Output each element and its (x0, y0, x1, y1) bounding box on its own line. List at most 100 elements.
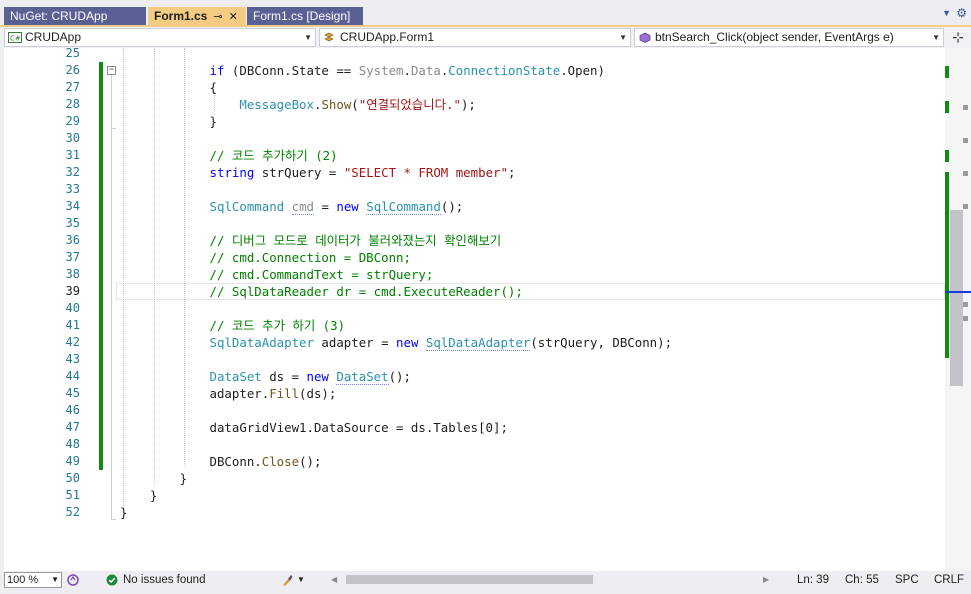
method-icon (639, 32, 651, 43)
scroll-annotation (963, 138, 968, 143)
line-number: 28 (65, 97, 80, 111)
line-number: 25 (65, 48, 80, 60)
code-line[interactable]: } (120, 470, 187, 487)
class-name: CRUDApp.Form1 (340, 30, 435, 44)
change-marker (945, 101, 949, 113)
scroll-annotation (963, 171, 968, 176)
line-number: 43 (65, 352, 80, 366)
change-marker (945, 172, 949, 358)
gear-icon[interactable]: ⚙ (956, 6, 967, 20)
scroll-thumb[interactable] (346, 575, 593, 584)
line-number: 41 (65, 318, 80, 332)
scroll-thumb[interactable] (950, 210, 963, 386)
code-line[interactable]: SqlDataAdapter adapter = new SqlDataAdap… (120, 334, 672, 351)
code-line[interactable]: // cmd.Connection = DBConn; (120, 249, 411, 266)
code-line[interactable]: DBConn.Close(); (120, 453, 322, 470)
code-line[interactable]: SqlCommand cmd = new SqlCommand(); (120, 198, 463, 215)
horizontal-scrollbar[interactable] (340, 574, 755, 585)
project-name: CRUDApp (25, 30, 82, 44)
code-line[interactable]: // cmd.CommandText = strQuery; (120, 266, 434, 283)
project-dropdown[interactable]: C# CRUDApp ▼ (4, 28, 316, 47)
member-name: btnSearch_Click(object sender, EventArgs… (655, 30, 894, 44)
line-number: 31 (65, 148, 80, 162)
document-tab-strip: NuGet: CRUDApp Form1.cs ⊸ ✕ Form1.cs [Desi… (0, 0, 971, 27)
code-line[interactable]: if (DBConn.State == System.Data.Connecti… (120, 62, 605, 79)
code-line[interactable]: } (120, 504, 127, 521)
split-window-icon[interactable]: ⊹ (949, 29, 967, 47)
code-line[interactable]: // SqlDataReader dr = cmd.ExecuteReader(… (120, 283, 523, 300)
chevron-down-icon: ▼ (932, 33, 940, 42)
close-icon[interactable]: ✕ (229, 8, 238, 26)
line-number: 33 (65, 182, 80, 196)
intellicode-icon[interactable] (66, 573, 80, 587)
scroll-annotation (963, 316, 968, 321)
code-editor[interactable]: − 25 26 if (DBConn.State == System.Data.C… (4, 48, 945, 571)
scroll-right-icon[interactable]: ▶ (763, 571, 769, 589)
class-dropdown[interactable]: CRUDApp.Form1 ▼ (319, 28, 631, 47)
change-marker (945, 66, 949, 78)
vertical-scrollbar[interactable] (945, 48, 971, 571)
code-line[interactable]: dataGridView1.DataSource = ds.Tables[0]; (120, 419, 508, 436)
line-number: 52 (65, 505, 80, 519)
window-bottom-border (0, 589, 971, 594)
class-icon (324, 32, 334, 42)
line-number: 45 (65, 386, 80, 400)
code-line[interactable]: DataSet ds = new DataSet(); (120, 368, 411, 385)
line-ending-status[interactable]: CRLF (934, 571, 964, 589)
tab-form1-cs[interactable]: Form1.cs ⊸ ✕ (148, 7, 246, 25)
issues-status[interactable]: No issues found (123, 571, 205, 589)
code-line[interactable]: { (120, 79, 217, 96)
scroll-annotation (963, 302, 968, 307)
line-number: 37 (65, 250, 80, 264)
code-line[interactable]: string strQuery = "SELECT * FROM member"… (120, 164, 516, 181)
line-number: 38 (65, 267, 80, 281)
tab-label: NuGet: CRUDApp (10, 9, 108, 23)
line-number: 46 (65, 403, 80, 417)
code-line[interactable]: MessageBox.Show("연결되었습니다."); (120, 96, 476, 113)
chevron-down-icon: ▼ (51, 575, 59, 584)
line-number-status[interactable]: Ln: 39 (797, 571, 829, 589)
line-number: 29 (65, 114, 80, 128)
change-tracking-bar (99, 62, 103, 470)
line-number: 40 (65, 301, 80, 315)
chevron-down-icon: ▼ (619, 33, 627, 42)
code-line[interactable]: adapter.Fill(ds); (120, 385, 337, 402)
column-status[interactable]: Ch: 55 (845, 571, 879, 589)
pin-icon[interactable]: ⊸ (213, 8, 222, 26)
line-number: 26 (65, 63, 80, 77)
chevron-down-icon: ▼ (304, 33, 312, 42)
collapse-icon[interactable]: − (107, 66, 116, 75)
csharp-project-icon: C# (8, 32, 22, 43)
code-cleanup-brush-icon[interactable] (280, 573, 294, 587)
whitespace-status[interactable]: SPC (895, 571, 919, 589)
chevron-down-icon[interactable]: ▼ (297, 571, 305, 589)
code-line[interactable]: } (120, 113, 217, 130)
line-number: 42 (65, 335, 80, 349)
scroll-left-icon[interactable]: ◀ (331, 571, 337, 589)
line-number: 30 (65, 131, 80, 145)
change-marker (945, 150, 949, 162)
chevron-down-icon[interactable]: ▼ (942, 8, 951, 18)
code-line[interactable]: // 디버그 모드로 데이터가 불러와졌는지 확인해보기 (120, 232, 502, 249)
member-dropdown[interactable]: btnSearch_Click(object sender, EventArgs… (634, 28, 944, 47)
scroll-annotation (963, 204, 968, 209)
editor-status-bar: 100 % ▼ No issues found ▼ ◀ ▶ Ln: 39 Ch: … (0, 571, 971, 589)
scroll-annotation (963, 105, 968, 110)
tab-nuget-crudapp[interactable]: NuGet: CRUDApp (4, 7, 146, 25)
line-number: 36 (65, 233, 80, 247)
zoom-value: 100 % (7, 574, 39, 586)
code-line[interactable]: // 코드 추가 하기 (3) (120, 317, 346, 334)
line-number: 44 (65, 369, 80, 383)
line-number: 51 (65, 488, 80, 502)
tab-label: Form1.cs [Design] (253, 9, 351, 23)
zoom-dropdown[interactable]: 100 % ▼ (4, 572, 62, 588)
outlining-end-tick (111, 128, 116, 129)
code-line[interactable]: } (120, 487, 157, 504)
outlining-line (111, 72, 112, 520)
line-number: 32 (65, 165, 80, 179)
line-number: 49 (65, 454, 80, 468)
tab-form1-design[interactable]: Form1.cs [Design] (247, 7, 363, 25)
caret-position-marker (945, 291, 971, 293)
line-number: 34 (65, 199, 80, 213)
code-line[interactable]: // 코드 추가하기 (2) (120, 147, 338, 164)
